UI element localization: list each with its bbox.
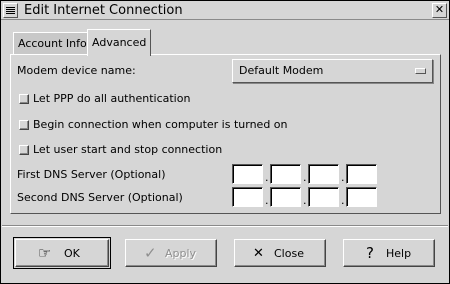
begin-connection-checkbox[interactable] — [19, 120, 29, 130]
user-start-stop-label: Let user start and stop connection — [33, 143, 223, 156]
dialog-window: Edit Internet Connection ✕ Account Info … — [0, 0, 450, 284]
window-menu-icon[interactable] — [3, 3, 18, 18]
close-window-icon[interactable]: ✕ — [432, 3, 447, 18]
question-icon: ? — [366, 244, 374, 262]
apply-button-label: Apply — [165, 247, 197, 260]
second-dns-octet-4[interactable] — [346, 187, 377, 207]
begin-connection-label: Begin connection when computer is turned… — [33, 118, 288, 131]
second-dns-octet-1[interactable] — [232, 187, 263, 207]
second-dns-octet-2[interactable] — [270, 187, 301, 207]
ip-separator: . — [303, 194, 307, 207]
close-button[interactable]: ✕ Close — [234, 239, 326, 267]
second-dns-label: Second DNS Server (Optional) — [17, 191, 183, 204]
ok-button-label: OK — [64, 247, 80, 260]
ppp-auth-label: Let PPP do all authentication — [33, 92, 191, 105]
ok-button[interactable]: ☞ OK — [13, 237, 111, 269]
first-dns-octet-4[interactable] — [346, 164, 377, 184]
help-button[interactable]: ? Help — [343, 239, 435, 267]
first-dns-octet-2[interactable] — [270, 164, 301, 184]
ip-separator: . — [341, 194, 345, 207]
modem-device-value: Default Modem — [239, 64, 324, 77]
window-title: Edit Internet Connection — [24, 3, 183, 18]
tab-label: Advanced — [92, 36, 147, 49]
user-start-stop-checkbox[interactable] — [19, 145, 29, 155]
close-button-label: Close — [274, 247, 304, 260]
x-icon: ✕ — [253, 246, 264, 261]
button-separator-highlight — [2, 226, 448, 227]
second-dns-octet-3[interactable] — [308, 187, 339, 207]
ok-hand-icon: ☞ — [38, 244, 52, 262]
ip-separator: . — [303, 171, 307, 184]
help-button-label: Help — [386, 247, 412, 260]
modem-device-label: Modem device name: — [17, 64, 136, 77]
tab-account-info[interactable]: Account Info — [13, 32, 92, 54]
title-bar: Edit Internet Connection ✕ — [1, 1, 449, 20]
ip-separator: . — [265, 171, 269, 184]
first-dns-label: First DNS Server (Optional) — [17, 168, 166, 181]
tab-label: Account Info — [18, 37, 87, 50]
first-dns-octet-1[interactable] — [232, 164, 263, 184]
ip-separator: . — [265, 194, 269, 207]
modem-device-dropdown[interactable]: Default Modem — [232, 59, 433, 83]
tab-advanced[interactable]: Advanced — [87, 29, 152, 56]
first-dns-octet-3[interactable] — [308, 164, 339, 184]
ip-separator: . — [341, 171, 345, 184]
apply-button[interactable]: ✓ Apply — [125, 239, 217, 267]
checkmark-icon: ✓ — [144, 244, 157, 262]
ppp-auth-checkbox[interactable] — [19, 94, 29, 104]
dropdown-indicator-icon — [415, 68, 426, 74]
